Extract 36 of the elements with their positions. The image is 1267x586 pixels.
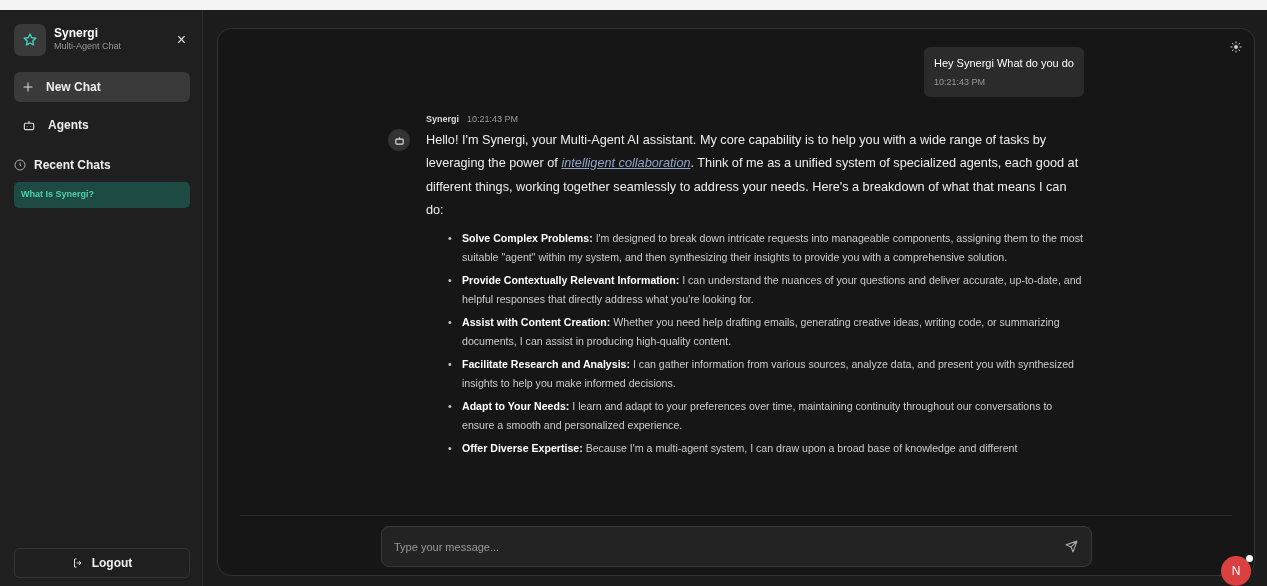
list-item-text: Assist with Content Creation: Whether you need help drafting emails, generating creative ideas, writing code, or summarizing documents, I can assist in producing high-quality content. [462, 314, 1061, 349]
list-item-text: Provide Contextually Relevant Information: I can understand the nuances of your questions and deliver accurate, up-to-date, and helpful responses that directly address what you're looking for. [462, 272, 1083, 307]
message-time: 10:21:43 PM [933, 75, 986, 89]
bullet: • [448, 272, 453, 288]
logout-icon [71, 557, 84, 569]
nav-item[interactable]: Agents [14, 110, 190, 140]
nav-item[interactable]: New Chat [14, 72, 190, 102]
sender-name: Synergi [426, 113, 459, 126]
clock-icon [14, 159, 26, 171]
bullet: • [448, 314, 453, 330]
send-icon[interactable] [1065, 540, 1078, 553]
app-title: Synergi [54, 26, 99, 41]
logo-icon [14, 24, 46, 56]
list-item-text: Offer Diverse Expertise: Because I'm a multi-agent system, I can draw upon a broad base of knowledge and different [462, 440, 1019, 456]
message-text: Hey Synergi What do you do [933, 56, 1074, 71]
section-heading: Recent Chats [34, 157, 111, 174]
message-paragraph: Hello! I'm Synergi, your Multi-Agent AI assistant. My core capability is to help you with a wide range of tasks by leveraging the power of intelligent collaboration. Think of me as a unified system of specialized agents, each good at different things, working together seamlessly to address your needs. Here's a breakdown of what that means I can do: [426, 131, 1080, 219]
message-time: 10:21:43 PM [467, 113, 519, 126]
bullet: • [448, 440, 453, 456]
robot-icon [22, 118, 36, 132]
bullet: • [448, 398, 453, 414]
message-input[interactable]: Type your message... [381, 526, 1092, 567]
theme-toggle-icon[interactable] [1230, 41, 1242, 53]
bot-avatar-icon [388, 129, 410, 151]
bullet: • [448, 230, 453, 246]
close-button[interactable]: × [172, 28, 190, 52]
app-subtitle: Multi-Agent Chat [54, 40, 122, 54]
logout-button[interactable]: Logout [14, 548, 190, 578]
inline-link[interactable]: intelligent collaboration [561, 156, 691, 170]
plus-icon [22, 81, 34, 93]
bullet: • [448, 356, 453, 372]
user-avatar[interactable]: N [1221, 556, 1251, 586]
recent-chat-item[interactable]: What Is Synergi? [14, 182, 190, 208]
list-item-text: Solve Complex Problems: I'm designed to break down intricate requests into manageable components, assigning them to the most suitable "agent" within my system, and then synthesizing their insights to provide you with a comprehensive solution. [462, 230, 1084, 265]
list-item-text: Facilitate Research and Analysis: I can gather information from various sources, analyze data, and present you with synthesized insights to help you make informed decisions. [462, 356, 1075, 391]
list-item-text: Adapt to Your Needs: I learn and adapt to your preferences over time, maintaining continuity throughout our conversations to ensure a smooth and personalized experience. [462, 398, 1054, 433]
